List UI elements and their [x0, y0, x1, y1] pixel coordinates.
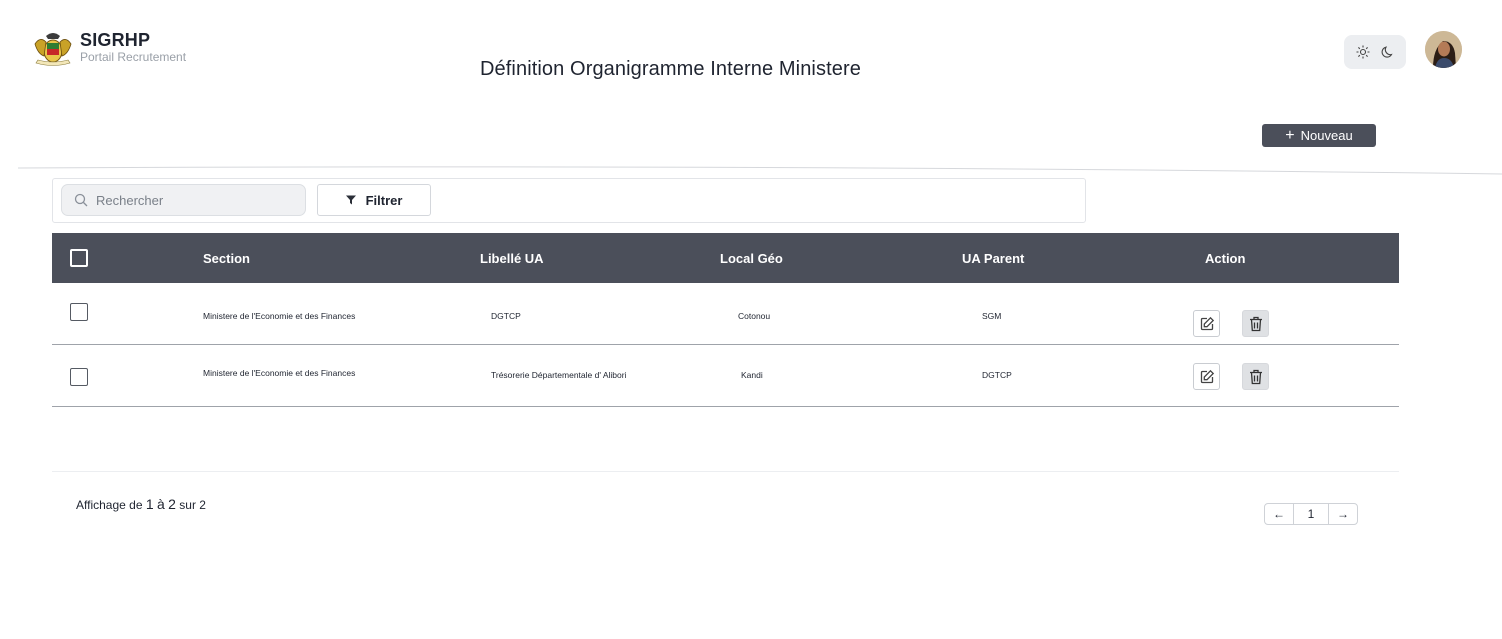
pagination: ← 1 →: [1264, 503, 1358, 525]
data-table: Section Libellé UA Local Géo UA Parent A…: [52, 233, 1399, 407]
delete-button[interactable]: [1242, 310, 1269, 337]
coat-of-arms-logo: [34, 33, 72, 66]
cell-section: Ministere de l'Economie et des Finances: [203, 368, 356, 378]
prev-page-button[interactable]: ←: [1264, 503, 1294, 525]
header-divider: [18, 166, 1502, 175]
search-box[interactable]: [61, 184, 306, 216]
trash-icon: [1249, 316, 1262, 331]
pagination-summary: Affichage de 1 à 2 sur 2: [76, 496, 206, 512]
brand[interactable]: SIGRHP Portail Recrutement: [32, 30, 186, 68]
row-checkbox[interactable]: [70, 303, 88, 321]
column-header-local[interactable]: Local Géo: [720, 233, 783, 283]
filter-icon: [345, 195, 356, 205]
column-header-libelle[interactable]: Libellé UA: [480, 233, 544, 283]
summary-prefix: Affichage de: [76, 498, 143, 512]
edit-icon: [1200, 316, 1214, 330]
filter-button-label: Filtrer: [365, 192, 403, 208]
sun-icon[interactable]: [1352, 41, 1374, 63]
cell-libelle: DGTCP: [491, 311, 521, 321]
cell-local: Cotonou: [738, 311, 771, 321]
cell-local: Kandi: [741, 370, 763, 380]
summary-between: à: [156, 496, 165, 512]
summary-to: 2: [168, 496, 176, 512]
select-all-cell: [70, 233, 88, 283]
table-footer-divider: [52, 471, 1399, 472]
search-input[interactable]: [96, 192, 296, 208]
column-header-action: Action: [1205, 250, 1246, 266]
summary-suffix: sur 2: [179, 498, 206, 512]
page-title: Définition Organigramme Interne Minister…: [480, 58, 861, 80]
trash-icon: [1249, 369, 1262, 384]
cell-parent: DGTCP: [982, 370, 1012, 380]
page-button-current[interactable]: 1: [1294, 503, 1328, 525]
row-checkbox[interactable]: [70, 368, 88, 386]
moon-icon[interactable]: [1377, 41, 1399, 63]
theme-toggle[interactable]: [1344, 35, 1406, 69]
arrow-left-icon: ←: [1273, 507, 1285, 521]
avatar[interactable]: [1425, 31, 1462, 68]
cell-libelle: Trésorerie Départementale d' Alibori: [491, 370, 627, 380]
edit-icon: [1200, 369, 1214, 383]
table-toolbar: Filtrer: [52, 178, 1086, 223]
cell-parent: SGM: [982, 311, 1002, 321]
search-icon: [74, 193, 88, 207]
brand-subtitle: Portail Recrutement: [80, 50, 187, 64]
delete-button[interactable]: [1242, 363, 1269, 390]
table-header: Section Libellé UA Local Géo UA Parent A…: [52, 233, 1399, 283]
edit-button[interactable]: [1193, 310, 1220, 337]
table-row[interactable]: Ministere de l'Economie et des Finances …: [52, 345, 1399, 407]
table-row[interactable]: Ministere de l'Economie et des Finances …: [52, 283, 1399, 345]
column-header-section[interactable]: Section: [203, 233, 250, 283]
arrow-right-icon: →: [1337, 507, 1349, 521]
new-button[interactable]: + Nouveau: [1262, 124, 1376, 147]
column-header-parent[interactable]: UA Parent: [962, 233, 1024, 283]
summary-from: 1: [145, 496, 154, 512]
new-button-label: Nouveau: [1300, 128, 1353, 143]
plus-icon: +: [1285, 126, 1295, 144]
select-all-checkbox[interactable]: [70, 249, 88, 267]
edit-button[interactable]: [1193, 363, 1220, 390]
cell-section: Ministere de l'Economie et des Finances: [203, 311, 356, 321]
brand-title: SIGRHP: [80, 30, 151, 50]
filter-button[interactable]: Filtrer: [317, 184, 431, 216]
next-page-button[interactable]: →: [1328, 503, 1358, 525]
